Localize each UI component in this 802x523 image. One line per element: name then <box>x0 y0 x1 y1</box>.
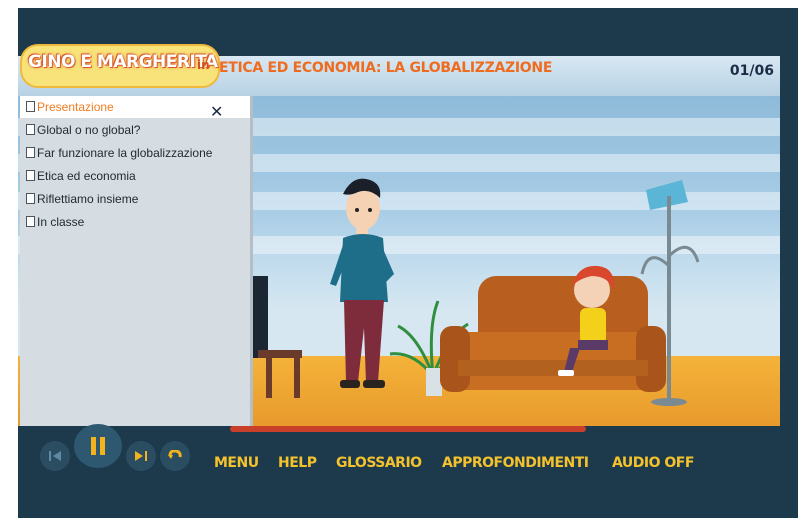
nav-menu-link[interactable]: MENU <box>214 455 259 471</box>
menu-item-label: In classe <box>37 215 85 229</box>
menu-item-label: Etica ed economia <box>37 169 136 183</box>
menu-item-presentazione[interactable]: Presentazione <box>26 100 114 114</box>
document-icon <box>26 193 35 204</box>
document-icon <box>26 124 35 135</box>
logo-text: GINO E MARGHERITA <box>28 52 218 72</box>
page-counter: 01/06 <box>729 63 774 79</box>
nav-approfondimenti-link[interactable]: APPROFONDIMENTI <box>442 455 589 471</box>
app-logo: GINO E MARGHERITA <box>20 44 220 88</box>
page-title: ETICA ED ECONOMIA: LA GLOBALIZZAZIONE <box>219 60 553 76</box>
man-character-icon <box>330 178 394 388</box>
sofa-icon <box>440 276 666 392</box>
document-icon <box>26 170 35 181</box>
menu-item-label: Riflettiamo insieme <box>37 192 139 206</box>
menu-item-riflettiamo-insieme[interactable]: Riflettiamo insieme <box>26 192 138 206</box>
progress-bar[interactable] <box>230 426 586 432</box>
table-of-contents-panel: Presentazione Global o no global? Far fu… <box>20 96 253 426</box>
menu-item-in-classe[interactable]: In classe <box>26 215 84 229</box>
menu-item-global-o-no-global[interactable]: Global o no global? <box>26 123 140 137</box>
document-icon <box>26 101 35 112</box>
nav-audio-off-link[interactable]: AUDIO OFF <box>612 455 694 471</box>
close-icon[interactable]: ✕ <box>210 102 223 121</box>
nav-glossary-link[interactable]: GLOSSARIO <box>336 455 422 471</box>
plant-pot-icon <box>426 368 442 396</box>
nav-help-link[interactable]: HELP <box>278 455 317 471</box>
menu-item-label: Global o no global? <box>37 123 141 137</box>
menu-item-far-funzionare[interactable]: Far funzionare la globalizzazione <box>26 146 212 160</box>
document-icon <box>26 216 35 227</box>
logo-suffix: in <box>197 58 210 72</box>
undo-icon[interactable] <box>160 441 190 471</box>
menu-item-label: Far funzionare la globalizzazione <box>37 146 213 160</box>
side-table-icon <box>258 350 302 358</box>
skip-forward-icon[interactable] <box>126 441 156 471</box>
skip-back-icon[interactable] <box>40 441 70 471</box>
pause-icon[interactable] <box>74 424 122 468</box>
menu-item-label: Presentazione <box>37 100 114 114</box>
document-icon <box>26 147 35 158</box>
menu-item-etica-ed-economia[interactable]: Etica ed economia <box>26 169 136 183</box>
